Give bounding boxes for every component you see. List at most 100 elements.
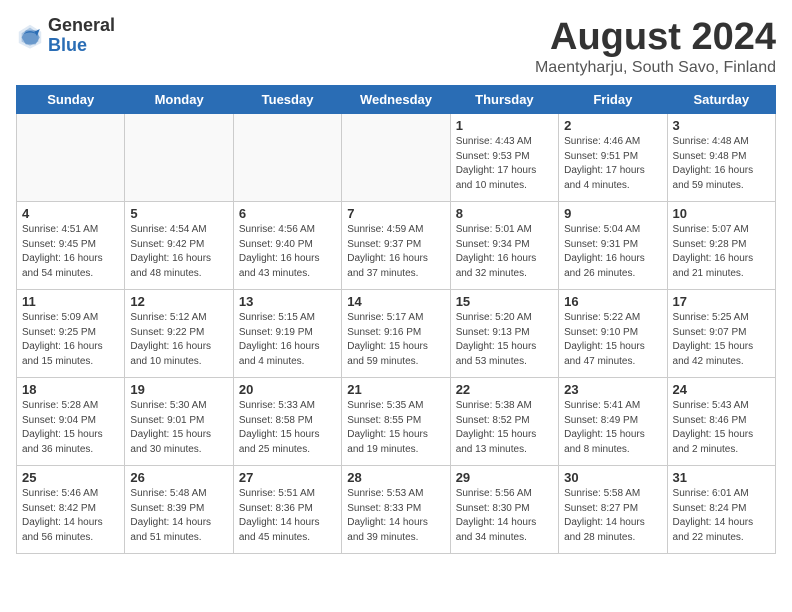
day-cell: 13 Sunrise: 5:15 AM Sunset: 9:19 PM Dayli…: [233, 290, 341, 378]
day-cell: 9Sunrise: 5:04 AM Sunset: 9:31 PM Daylig…: [559, 202, 667, 290]
day-info: Sunrise: 5:15 AM Sunset: 9:19 PM Dayligh…: [239, 311, 336, 369]
logo-general: General: [48, 16, 115, 36]
day-cell: 12 Sunrise: 5:12 AM Sunset: 9:22 PM Dayli…: [125, 290, 233, 378]
calendar-title: August 2024: [535, 16, 776, 59]
week-row-5: 25Sunrise: 5:46 AM Sunset: 8:42 PM Dayli…: [17, 466, 776, 554]
logo-icon: [16, 22, 44, 50]
day-cell: 15 Sunrise: 5:20 AM Sunset: 9:13 PM Dayli…: [450, 290, 558, 378]
day-info: Sunrise: 5:25 AM Sunset: 9:07 PM Dayligh…: [673, 311, 770, 369]
day-number: 6: [239, 206, 336, 221]
col-header-tuesday: Tuesday: [233, 86, 341, 114]
day-number: 17: [673, 294, 770, 309]
day-cell: 31Sunrise: 6:01 AM Sunset: 8:24 PM Dayli…: [667, 466, 775, 554]
col-header-wednesday: Wednesday: [342, 86, 450, 114]
col-header-friday: Friday: [559, 86, 667, 114]
day-info: Sunrise: 5:12 AM Sunset: 9:22 PM Dayligh…: [130, 311, 227, 369]
day-cell: 17 Sunrise: 5:25 AM Sunset: 9:07 PM Dayli…: [667, 290, 775, 378]
day-info: Sunrise: 4:43 AM Sunset: 9:53 PM Dayligh…: [456, 135, 553, 193]
day-info: Sunrise: 4:46 AM Sunset: 9:51 PM Dayligh…: [564, 135, 661, 193]
day-cell: 23 Sunrise: 5:41 AM Sunset: 8:49 PM Dayli…: [559, 378, 667, 466]
day-number: 1: [456, 118, 553, 133]
day-info: Sunrise: 5:30 AM Sunset: 9:01 PM Dayligh…: [130, 399, 227, 457]
day-number: 4: [22, 206, 119, 221]
day-cell: [125, 114, 233, 202]
day-cell: 28 Sunrise: 5:53 AM Sunset: 8:33 PM Dayli…: [342, 466, 450, 554]
day-info: Sunrise: 5:48 AM Sunset: 8:39 PM Dayligh…: [130, 487, 227, 545]
day-info: Sunrise: 5:07 AM Sunset: 9:28 PM Dayligh…: [673, 223, 770, 281]
day-info: Sunrise: 4:56 AM Sunset: 9:40 PM Dayligh…: [239, 223, 336, 281]
col-header-saturday: Saturday: [667, 86, 775, 114]
day-info: Sunrise: 4:59 AM Sunset: 9:37 PM Dayligh…: [347, 223, 444, 281]
day-number: 12: [130, 294, 227, 309]
day-number: 18: [22, 382, 119, 397]
day-cell: 29 Sunrise: 5:56 AM Sunset: 8:30 PM Dayli…: [450, 466, 558, 554]
day-info: Sunrise: 4:48 AM Sunset: 9:48 PM Dayligh…: [673, 135, 770, 193]
day-number: 2: [564, 118, 661, 133]
day-number: 10: [673, 206, 770, 221]
day-number: 30: [564, 470, 661, 485]
day-cell: 6 Sunrise: 4:56 AM Sunset: 9:40 PM Daylig…: [233, 202, 341, 290]
day-number: 26: [130, 470, 227, 485]
day-number: 14: [347, 294, 444, 309]
day-info: Sunrise: 5:20 AM Sunset: 9:13 PM Dayligh…: [456, 311, 553, 369]
day-number: 25: [22, 470, 119, 485]
day-cell: 24 Sunrise: 5:43 AM Sunset: 8:46 PM Dayli…: [667, 378, 775, 466]
day-number: 29: [456, 470, 553, 485]
day-cell: 7Sunrise: 4:59 AM Sunset: 9:37 PM Daylig…: [342, 202, 450, 290]
day-info: Sunrise: 5:28 AM Sunset: 9:04 PM Dayligh…: [22, 399, 119, 457]
day-cell: 2 Sunrise: 4:46 AM Sunset: 9:51 PM Daylig…: [559, 114, 667, 202]
day-cell: 8Sunrise: 5:01 AM Sunset: 9:34 PM Daylig…: [450, 202, 558, 290]
day-number: 13: [239, 294, 336, 309]
day-cell: 16Sunrise: 5:22 AM Sunset: 9:10 PM Dayli…: [559, 290, 667, 378]
day-number: 20: [239, 382, 336, 397]
day-info: Sunrise: 5:43 AM Sunset: 8:46 PM Dayligh…: [673, 399, 770, 457]
calendar-table: SundayMondayTuesdayWednesdayThursdayFrid…: [16, 85, 776, 554]
day-info: Sunrise: 4:54 AM Sunset: 9:42 PM Dayligh…: [130, 223, 227, 281]
day-number: 28: [347, 470, 444, 485]
day-info: Sunrise: 5:01 AM Sunset: 9:34 PM Dayligh…: [456, 223, 553, 281]
day-cell: 27Sunrise: 5:51 AM Sunset: 8:36 PM Dayli…: [233, 466, 341, 554]
header-row: SundayMondayTuesdayWednesdayThursdayFrid…: [17, 86, 776, 114]
day-number: 5: [130, 206, 227, 221]
day-number: 16: [564, 294, 661, 309]
day-number: 24: [673, 382, 770, 397]
day-info: Sunrise: 5:35 AM Sunset: 8:55 PM Dayligh…: [347, 399, 444, 457]
day-number: 11: [22, 294, 119, 309]
day-cell: 5 Sunrise: 4:54 AM Sunset: 9:42 PM Daylig…: [125, 202, 233, 290]
day-cell: [342, 114, 450, 202]
title-area: August 2024 Maentyharju, South Savo, Fin…: [535, 16, 776, 77]
day-cell: 30Sunrise: 5:58 AM Sunset: 8:27 PM Dayli…: [559, 466, 667, 554]
day-info: Sunrise: 5:38 AM Sunset: 8:52 PM Dayligh…: [456, 399, 553, 457]
calendar-subtitle: Maentyharju, South Savo, Finland: [535, 59, 776, 77]
day-number: 15: [456, 294, 553, 309]
day-cell: 1 Sunrise: 4:43 AM Sunset: 9:53 PM Daylig…: [450, 114, 558, 202]
day-info: Sunrise: 5:04 AM Sunset: 9:31 PM Dayligh…: [564, 223, 661, 281]
day-info: Sunrise: 5:56 AM Sunset: 8:30 PM Dayligh…: [456, 487, 553, 545]
day-cell: 21 Sunrise: 5:35 AM Sunset: 8:55 PM Dayli…: [342, 378, 450, 466]
day-info: Sunrise: 5:33 AM Sunset: 8:58 PM Dayligh…: [239, 399, 336, 457]
header: General Blue August 2024 Maentyharju, So…: [16, 16, 776, 77]
day-info: Sunrise: 5:53 AM Sunset: 8:33 PM Dayligh…: [347, 487, 444, 545]
day-info: Sunrise: 5:17 AM Sunset: 9:16 PM Dayligh…: [347, 311, 444, 369]
day-info: Sunrise: 5:51 AM Sunset: 8:36 PM Dayligh…: [239, 487, 336, 545]
logo: General Blue: [16, 16, 115, 56]
week-row-1: 1 Sunrise: 4:43 AM Sunset: 9:53 PM Daylig…: [17, 114, 776, 202]
col-header-monday: Monday: [125, 86, 233, 114]
day-cell: [233, 114, 341, 202]
day-cell: 20 Sunrise: 5:33 AM Sunset: 8:58 PM Dayli…: [233, 378, 341, 466]
day-number: 21: [347, 382, 444, 397]
day-cell: [17, 114, 125, 202]
day-number: 3: [673, 118, 770, 133]
day-cell: 10 Sunrise: 5:07 AM Sunset: 9:28 PM Dayli…: [667, 202, 775, 290]
logo-blue-text: Blue: [48, 36, 115, 56]
day-info: Sunrise: 4:51 AM Sunset: 9:45 PM Dayligh…: [22, 223, 119, 281]
day-cell: 4 Sunrise: 4:51 AM Sunset: 9:45 PM Daylig…: [17, 202, 125, 290]
day-number: 22: [456, 382, 553, 397]
day-info: Sunrise: 5:41 AM Sunset: 8:49 PM Dayligh…: [564, 399, 661, 457]
day-cell: 18 Sunrise: 5:28 AM Sunset: 9:04 PM Dayli…: [17, 378, 125, 466]
day-cell: 11Sunrise: 5:09 AM Sunset: 9:25 PM Dayli…: [17, 290, 125, 378]
day-cell: 22 Sunrise: 5:38 AM Sunset: 8:52 PM Dayli…: [450, 378, 558, 466]
week-row-2: 4 Sunrise: 4:51 AM Sunset: 9:45 PM Daylig…: [17, 202, 776, 290]
logo-text: General Blue: [48, 16, 115, 56]
day-number: 23: [564, 382, 661, 397]
